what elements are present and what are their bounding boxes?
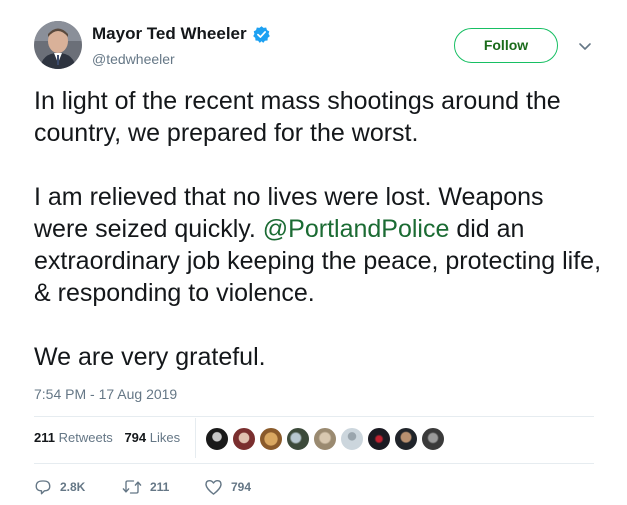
handle[interactable]: @tedwheeler	[92, 51, 175, 67]
liker-avatar[interactable]	[205, 427, 229, 451]
reply-count: 2.8K	[60, 480, 86, 494]
action-bar: 2.8K 211 794	[34, 478, 251, 496]
display-name-text: Mayor Ted Wheeler	[92, 24, 247, 43]
liker-avatar[interactable]	[421, 427, 445, 451]
tweet-card: Mayor Ted Wheeler @tedwheeler Follow In …	[0, 0, 627, 505]
avatar-image	[34, 21, 82, 69]
liker-avatar[interactable]	[313, 427, 337, 451]
divider	[34, 463, 594, 464]
tweet-paragraph-3: We are very grateful.	[34, 343, 266, 371]
stats-separator	[195, 418, 196, 458]
retweets-count: 211	[34, 430, 55, 445]
heart-icon	[205, 479, 222, 495]
liker-avatars	[205, 427, 448, 451]
liker-avatar[interactable]	[394, 427, 418, 451]
likes-stat[interactable]: 794 Likes	[124, 430, 180, 445]
tweet-paragraph-1: In light of the recent mass shootings ar…	[34, 87, 561, 147]
chevron-down-icon[interactable]	[574, 36, 596, 56]
follow-button[interactable]: Follow	[454, 28, 558, 63]
verified-badge-icon	[252, 25, 271, 44]
reply-icon	[35, 480, 51, 495]
liker-avatar[interactable]	[367, 427, 391, 451]
tweet-text: In light of the recent mass shootings ar…	[34, 85, 604, 405]
likes-label: Likes	[149, 430, 181, 445]
like-button[interactable]: 794	[204, 478, 251, 496]
retweet-button[interactable]: 211	[122, 478, 204, 496]
like-count: 794	[231, 480, 252, 494]
display-name[interactable]: Mayor Ted Wheeler	[92, 24, 271, 44]
divider	[34, 416, 594, 417]
avatar[interactable]	[34, 21, 82, 69]
retweets-label: Retweets	[58, 430, 113, 445]
retweet-icon	[122, 480, 142, 494]
timestamp[interactable]: 7:54 PM - 17 Aug 2019	[34, 386, 177, 402]
retweets-stat[interactable]: 211 Retweets	[34, 430, 113, 445]
retweet-count: 211	[150, 480, 170, 494]
liker-avatar[interactable]	[286, 427, 310, 451]
liker-avatar[interactable]	[232, 427, 256, 451]
reply-button[interactable]: 2.8K	[34, 478, 122, 496]
likes-count: 794	[124, 430, 147, 445]
liker-avatar[interactable]	[340, 427, 364, 451]
stats-row: 211 Retweets 794 Likes	[34, 430, 188, 445]
liker-avatar[interactable]	[259, 427, 283, 451]
mention-link[interactable]: @PortlandPolice	[263, 215, 450, 243]
tweet-paragraph-2: I am relieved that no lives were lost. W…	[34, 181, 604, 309]
